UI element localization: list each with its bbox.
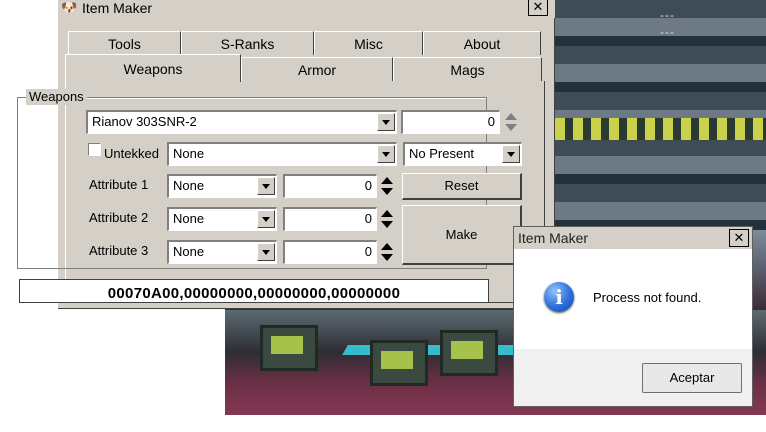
game-wall-lights bbox=[555, 118, 766, 140]
dialog-title: Item Maker bbox=[518, 230, 589, 246]
spin-up-icon[interactable] bbox=[378, 242, 396, 252]
attribute-1-value: 0 bbox=[364, 178, 372, 193]
attribute-1-value-field[interactable]: 0 bbox=[283, 174, 377, 198]
attribute-1-type: None bbox=[173, 178, 205, 193]
weapon-value: 0 bbox=[487, 114, 495, 129]
attribute-1-spinner[interactable] bbox=[378, 176, 396, 196]
weapon-select-value: Rianov 303SNR-2 bbox=[92, 114, 197, 129]
spin-up-icon[interactable] bbox=[502, 112, 520, 122]
attribute-3-value-field[interactable]: 0 bbox=[283, 240, 377, 264]
close-button[interactable]: ✕ bbox=[528, 0, 548, 16]
chevron-down-icon[interactable] bbox=[502, 145, 520, 163]
attribute-1-label: Attribute 1 bbox=[89, 177, 149, 192]
attribute-2-value-field[interactable]: 0 bbox=[283, 207, 377, 231]
make-button[interactable]: Make bbox=[402, 205, 522, 265]
chevron-down-icon[interactable] bbox=[257, 210, 275, 228]
weapons-group-label: Weapons bbox=[26, 89, 87, 105]
spin-down-icon[interactable] bbox=[502, 122, 520, 132]
tab-about[interactable]: About bbox=[423, 31, 541, 55]
attribute-2-spinner[interactable] bbox=[378, 209, 396, 229]
hud-dash: --- bbox=[660, 8, 675, 22]
tab-weapons[interactable]: Weapons bbox=[65, 54, 241, 82]
attribute-2-type: None bbox=[173, 211, 205, 226]
dialog-close-button[interactable]: ✕ bbox=[729, 229, 749, 247]
present-select[interactable]: No Present bbox=[403, 142, 522, 166]
attribute-3-spinner[interactable] bbox=[378, 242, 396, 262]
attribute-3-value: 0 bbox=[364, 244, 372, 259]
weapon-select[interactable]: Rianov 303SNR-2 bbox=[86, 110, 397, 134]
tab-misc[interactable]: Misc bbox=[314, 31, 423, 55]
tab-armor[interactable]: Armor bbox=[241, 57, 393, 81]
info-icon: i bbox=[544, 282, 574, 312]
spin-down-icon[interactable] bbox=[378, 186, 396, 196]
chevron-down-icon[interactable] bbox=[257, 243, 275, 261]
attribute-2-value: 0 bbox=[364, 211, 372, 226]
hud-dash: --- bbox=[660, 25, 675, 39]
attribute-2-select[interactable]: None bbox=[167, 207, 277, 231]
spin-down-icon[interactable] bbox=[378, 252, 396, 262]
game-console bbox=[440, 330, 498, 376]
app-icon: 🐶 bbox=[61, 0, 78, 15]
dialog-title-bar: Item Maker ✕ bbox=[514, 227, 752, 249]
special-select-value: None bbox=[173, 146, 205, 161]
spin-up-icon[interactable] bbox=[378, 176, 396, 186]
reset-button[interactable]: Reset bbox=[402, 173, 522, 200]
tab-tools[interactable]: Tools bbox=[68, 31, 181, 55]
message-dialog: Item Maker ✕ i Process not found. Acepta… bbox=[513, 226, 753, 407]
title-bar: 🐶 Item Maker ✕ bbox=[58, 0, 555, 18]
dialog-message: Process not found. bbox=[593, 290, 702, 305]
tab-mags[interactable]: Mags bbox=[393, 57, 542, 81]
window-title: Item Maker bbox=[82, 0, 153, 16]
attribute-3-select[interactable]: None bbox=[167, 240, 277, 264]
chevron-down-icon[interactable] bbox=[377, 145, 395, 163]
game-console bbox=[260, 325, 318, 371]
special-select[interactable]: None bbox=[167, 142, 397, 166]
untekked-checkbox[interactable] bbox=[88, 143, 101, 156]
item-hex-code: 00070A00,00000000,00000000,00000000 bbox=[19, 279, 489, 303]
weapon-value-spinner[interactable] bbox=[502, 112, 520, 132]
chevron-down-icon[interactable] bbox=[257, 177, 275, 195]
present-select-value: No Present bbox=[409, 146, 475, 161]
weapon-value-field[interactable]: 0 bbox=[401, 110, 500, 134]
attribute-2-label: Attribute 2 bbox=[89, 210, 149, 225]
attribute-3-label: Attribute 3 bbox=[89, 243, 149, 258]
spin-down-icon[interactable] bbox=[378, 219, 396, 229]
accept-button[interactable]: Aceptar bbox=[642, 363, 742, 393]
tab-s-ranks[interactable]: S-Ranks bbox=[181, 31, 314, 55]
spin-up-icon[interactable] bbox=[378, 209, 396, 219]
attribute-1-select[interactable]: None bbox=[167, 174, 277, 198]
game-console bbox=[370, 340, 428, 386]
chevron-down-icon[interactable] bbox=[377, 113, 395, 131]
attribute-3-type: None bbox=[173, 244, 205, 259]
untekked-label: Untekked bbox=[104, 146, 159, 161]
